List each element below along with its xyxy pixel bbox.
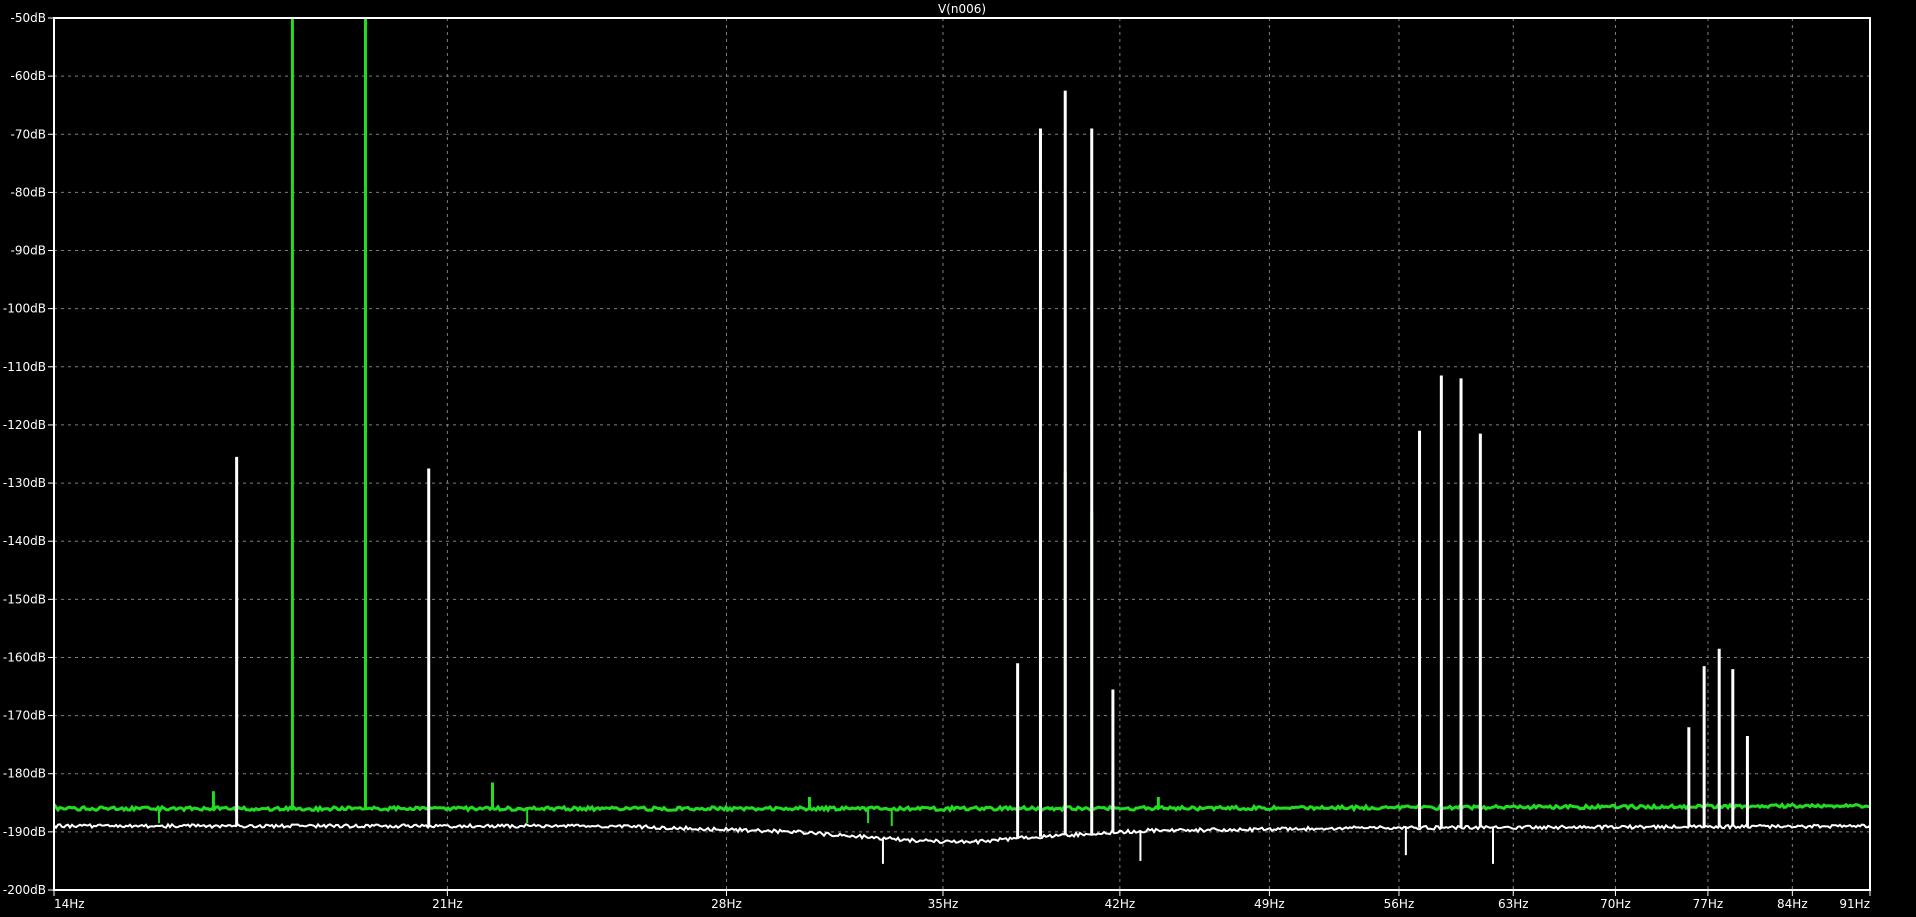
y-tick-label: -160dB — [3, 650, 46, 664]
y-tick-label: -180dB — [3, 767, 46, 781]
y-tick-label: -60dB — [11, 69, 46, 83]
plot-background — [0, 0, 1916, 917]
y-tick-label: -190dB — [3, 825, 46, 839]
y-tick-label: -70dB — [11, 127, 46, 141]
y-tick-label: -200dB — [3, 883, 46, 897]
x-tick-label: 77Hz — [1693, 897, 1724, 911]
y-tick-label: -110dB — [3, 360, 46, 374]
x-tick-label: 91Hz — [1839, 897, 1870, 911]
x-tick-label: 28Hz — [711, 897, 742, 911]
y-tick-label: -80dB — [11, 185, 46, 199]
x-tick-label: 35Hz — [928, 897, 959, 911]
x-tick-label: 14Hz — [54, 897, 85, 911]
x-tick-label: 84Hz — [1777, 897, 1808, 911]
y-tick-label: -90dB — [11, 244, 46, 258]
y-tick-label: -170dB — [3, 709, 46, 723]
y-tick-label: -50dB — [11, 11, 46, 25]
x-tick-label: 56Hz — [1384, 897, 1415, 911]
y-tick-label: -130dB — [3, 476, 46, 490]
x-tick-label: 63Hz — [1498, 897, 1529, 911]
y-tick-label: -140dB — [3, 534, 46, 548]
x-tick-label: 42Hz — [1105, 897, 1136, 911]
y-tick-label: -120dB — [3, 418, 46, 432]
spectrum-plot: -50dB -60dB -70dB -80dB -90dB -100dB -110dB -12… — [0, 0, 1916, 917]
y-tick-label: -100dB — [3, 302, 46, 316]
x-tick-label: 70Hz — [1600, 897, 1631, 911]
x-tick-label: 49Hz — [1254, 897, 1285, 911]
x-tick-label: 21Hz — [432, 897, 463, 911]
y-tick-label: -150dB — [3, 592, 46, 606]
chart-title: V(n006) — [938, 2, 986, 16]
